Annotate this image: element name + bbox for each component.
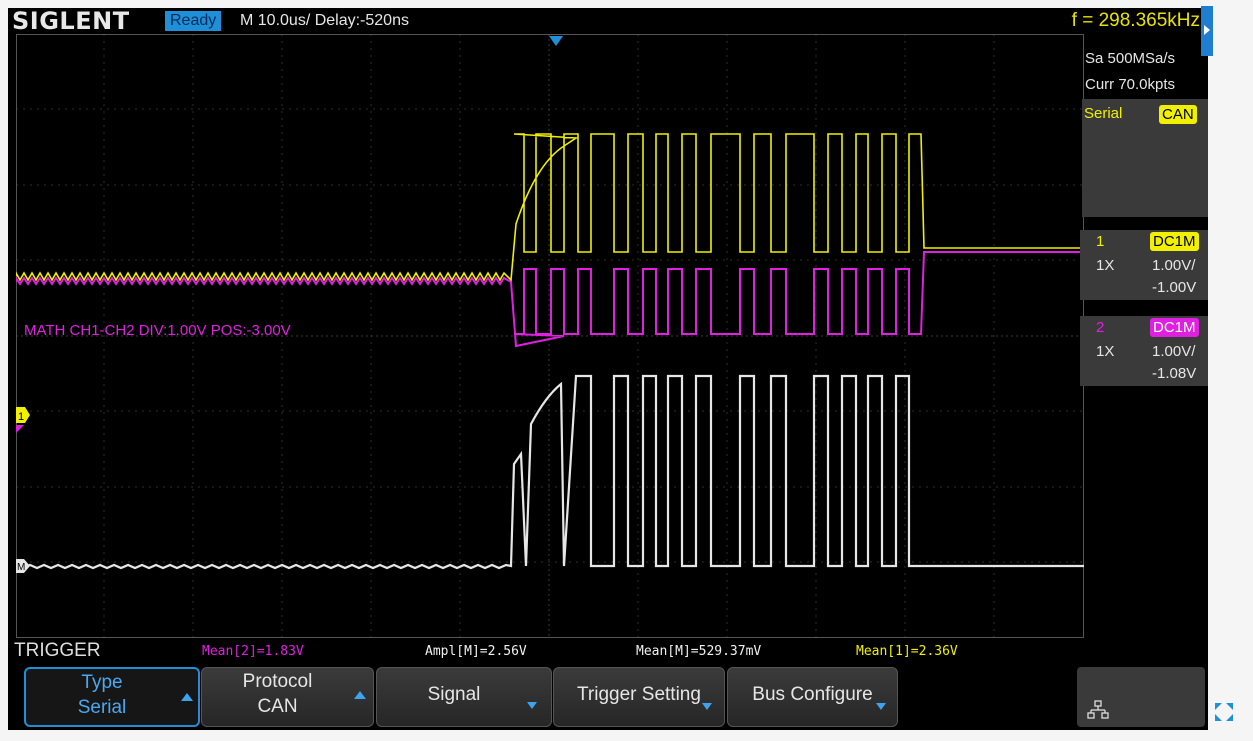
oscilloscope-screen: SIGLENT Ready M 10.0us/ Delay:-520ns f =… — [8, 8, 1208, 730]
brand-logo: SIGLENT — [12, 8, 130, 35]
ch2-scale: 1.00V/ — [1152, 343, 1196, 360]
trigger-position-icon[interactable] — [549, 36, 563, 46]
protocol-softkey[interactable]: Protocol CAN — [201, 667, 374, 727]
type-softkey-label: Type — [81, 672, 123, 693]
type-softkey[interactable]: Type Serial — [24, 667, 200, 727]
ch2-offset: -1.08V — [1152, 365, 1197, 382]
bus-configure-softkey[interactable]: Bus Configure — [727, 667, 898, 727]
serial-label: Serial — [1084, 105, 1123, 122]
measurement-mean-ch1: Mean[1]=2.36V — [856, 644, 958, 659]
math-ground-marker[interactable]: M — [16, 559, 30, 573]
ch1-probe: 1X — [1096, 257, 1115, 274]
waveform-area[interactable]: MATH CH1-CH2 DIV:1.00V POS:-3.00V 1 M — [16, 34, 1084, 638]
signal-softkey-label: Signal — [427, 684, 481, 705]
serial-protocol-badge: CAN — [1159, 105, 1197, 124]
ch1-info-box[interactable]: 1 DC1M 1X 1.00V/ -1.00V — [1080, 230, 1208, 300]
frequency-readout: f = 298.365kHz — [1071, 10, 1200, 31]
ch2-info-box[interactable]: 2 DC1M 1X 1.00V/ -1.08V — [1080, 316, 1208, 386]
protocol-softkey-value: CAN — [257, 696, 298, 717]
fullscreen-icon[interactable] — [1212, 700, 1236, 724]
measurement-ampl-math: Ampl[M]=2.56V — [425, 644, 527, 659]
trigger-setting-softkey-label: Trigger Setting — [577, 684, 701, 705]
sample-rate: Sa 500MSa/s — [1085, 50, 1176, 67]
menu-bar: TRIGGER Mean[2]=1.83V Ampl[M]=2.56V Mean… — [8, 638, 1208, 730]
ch1-ground-marker[interactable]: 1 — [16, 407, 30, 433]
side-info-panel: Sa 500MSa/s Curr 70.0kpts Serial CAN 1 D… — [1075, 34, 1208, 638]
ch2-coupling-badge: DC1M — [1150, 318, 1199, 337]
arrow-up-icon — [354, 691, 366, 699]
memory-depth: Curr 70.0kpts — [1085, 76, 1176, 93]
ch1-scale: 1.00V/ — [1152, 257, 1196, 274]
arrow-down-icon — [527, 702, 537, 709]
ch2-probe: 1X — [1096, 343, 1115, 360]
ch2-number: 2 — [1096, 319, 1105, 336]
signal-softkey[interactable]: Signal — [376, 667, 552, 727]
run-status-badge[interactable]: Ready — [165, 11, 222, 31]
bus-configure-softkey-label: Bus Configure — [752, 684, 873, 705]
arrow-down-icon — [702, 703, 712, 710]
panel-expand-tab[interactable] — [1201, 6, 1213, 56]
type-softkey-value: Serial — [77, 697, 127, 718]
measurement-mean-math: Mean[M]=529.37mV — [636, 644, 762, 659]
ch1-marker-label: 1 — [18, 411, 24, 423]
timebase-readout[interactable]: M 10.0us/ Delay:-520ns — [240, 11, 409, 31]
measurement-mean-ch2: Mean[2]=1.83V — [202, 644, 304, 659]
waveform-display: MATH CH1-CH2 DIV:1.00V POS:-3.00V 1 M — [16, 34, 1084, 638]
arrow-down-icon — [876, 703, 886, 710]
network-icon — [1087, 700, 1109, 719]
ch1-number: 1 — [1096, 233, 1105, 250]
math-waveform — [16, 374, 1084, 570]
math-info-label: MATH CH1-CH2 DIV:1.00V POS:-3.00V — [24, 322, 291, 339]
trigger-setting-softkey[interactable]: Trigger Setting — [553, 667, 725, 727]
protocol-softkey-label: Protocol — [242, 671, 313, 692]
network-status-box[interactable] — [1077, 667, 1205, 727]
math-marker-label: M — [17, 562, 25, 573]
ch1-offset: -1.00V — [1152, 279, 1197, 296]
ch1-coupling-badge: DC1M — [1150, 232, 1199, 251]
serial-decode-box[interactable]: Serial CAN — [1082, 99, 1208, 217]
menu-title: TRIGGER — [14, 640, 101, 661]
status-bar: SIGLENT Ready M 10.0us/ Delay:-520ns f =… — [8, 8, 1208, 34]
